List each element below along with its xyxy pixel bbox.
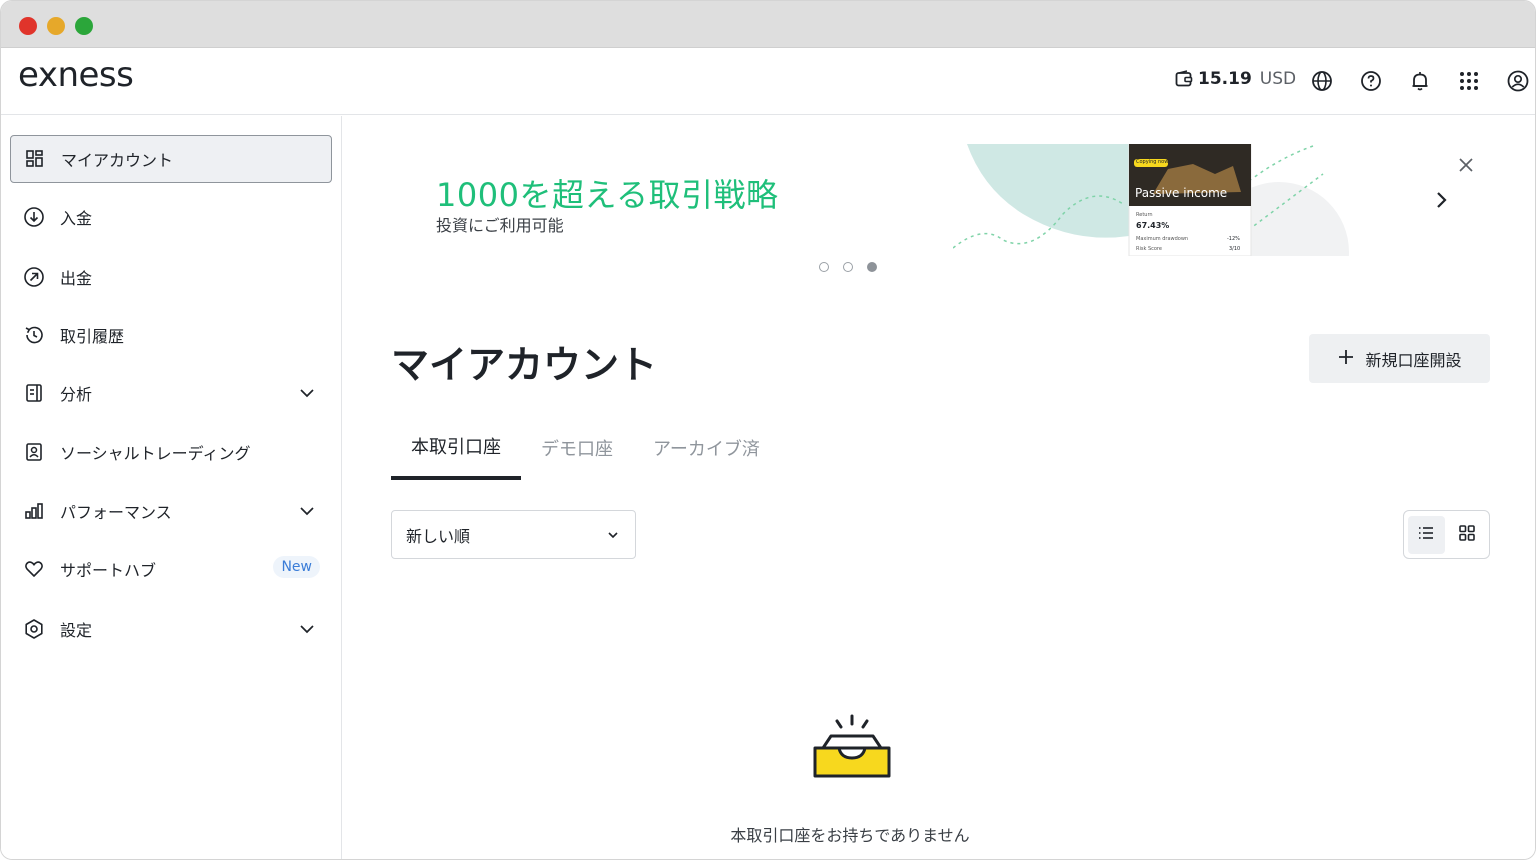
window-maximize-button[interactable]: [75, 17, 93, 35]
window-minimize-button[interactable]: [47, 17, 65, 35]
withdraw-icon: [22, 265, 46, 289]
deposit-icon: [22, 205, 46, 229]
chevron-down-icon[interactable]: [296, 382, 318, 404]
sidebar-item-label: 取引履歴: [60, 327, 125, 346]
banner-illustration: Copying now Passive income Return 67.43%…: [952, 143, 1353, 322]
new-badge: New: [273, 556, 320, 578]
help-icon[interactable]: [1359, 69, 1383, 93]
apps-grid-icon[interactable]: [1457, 69, 1481, 93]
sidebar-nav: マイアカウント 入金 出金 取引履歴 分析 ソーシャルトレーディング パフォーマ…: [1, 116, 342, 859]
settings-icon: [22, 617, 46, 641]
sidebar-item-label: パフォーマンス: [60, 503, 172, 522]
chevron-down-icon[interactable]: [296, 618, 318, 640]
window-titlebar: [1, 1, 1535, 48]
view-mode-toggle: [1403, 510, 1490, 559]
carousel-dots: [819, 262, 877, 272]
close-icon[interactable]: [1455, 154, 1477, 176]
sidebar-item-withdraw[interactable]: 出金: [10, 253, 332, 301]
carousel-dot[interactable]: [819, 262, 829, 272]
grid-view-button[interactable]: [1449, 516, 1486, 554]
analytics-icon: [22, 381, 46, 405]
tab-real-accounts[interactable]: 本取引口座: [391, 416, 521, 480]
empty-state-message: 本取引口座をお持ちでありません: [730, 826, 970, 845]
sidebar-item-label: ソーシャルトレーディング: [60, 444, 251, 463]
heart-icon: [22, 557, 46, 581]
exness-logo[interactable]: exness: [18, 55, 134, 95]
banner-title: 1000を超える取引戦略: [436, 176, 779, 214]
profile-icon[interactable]: [1506, 69, 1530, 93]
globe-icon[interactable]: [1310, 69, 1334, 93]
sidebar-item-history[interactable]: 取引履歴: [10, 311, 332, 359]
sidebar-item-label: マイアカウント: [61, 151, 174, 170]
sidebar-item-settings[interactable]: 設定: [10, 605, 332, 653]
sidebar-item-social-trading[interactable]: ソーシャルトレーディング: [10, 428, 332, 476]
sort-select[interactable]: 新しい順: [391, 510, 636, 559]
top-header: exness 15.19 USD: [1, 49, 1535, 115]
window-close-button[interactable]: [19, 17, 37, 35]
carousel-dot-active[interactable]: [867, 262, 877, 272]
sidebar-item-label: 出金: [60, 269, 93, 288]
wallet-icon: [1174, 69, 1194, 89]
social-trading-icon: [22, 440, 46, 464]
banner-card-drawdown-value: -12%: [1227, 236, 1240, 242]
banner-card-risk-label: Risk Score: [1136, 246, 1162, 252]
performance-icon: [22, 499, 46, 523]
account-tabs: 本取引口座 デモ口座 アーカイブ済: [391, 416, 780, 480]
list-icon: [1417, 524, 1435, 546]
list-view-button[interactable]: [1408, 515, 1445, 554]
balance-amount: 15.19: [1198, 69, 1252, 89]
tab-archived[interactable]: アーカイブ済: [633, 416, 780, 480]
chevron-down-icon[interactable]: [296, 500, 318, 522]
plus-icon: [1337, 348, 1355, 370]
banner-card-title: Passive income: [1135, 186, 1228, 200]
open-new-account-button[interactable]: 新規口座開設: [1309, 334, 1490, 383]
banner-subtitle: 投資にご利用可能: [436, 216, 564, 235]
banner-card-tag: Copying now: [1136, 159, 1169, 165]
empty-inbox-icon: [809, 712, 895, 788]
sidebar-item-deposit[interactable]: 入金: [10, 193, 332, 241]
grid-icon: [1458, 524, 1476, 546]
chevron-down-icon: [603, 525, 623, 545]
promo-banner[interactable]: 1000を超える取引戦略 投資にご利用可能 Copying now Passiv…: [343, 116, 1535, 322]
main-content: 1000を超える取引戦略 投資にご利用可能 Copying now Passiv…: [343, 116, 1535, 859]
sidebar-item-analytics[interactable]: 分析: [10, 369, 332, 417]
sidebar-item-my-account[interactable]: マイアカウント: [10, 135, 332, 183]
banner-card-drawdown-label: Maximum drawdown: [1136, 236, 1189, 242]
sidebar-item-label: 設定: [60, 621, 93, 640]
sidebar-item-label: 入金: [60, 209, 93, 228]
sidebar-item-label: サポートハブ: [60, 561, 157, 580]
sidebar-item-performance[interactable]: パフォーマンス: [10, 487, 332, 535]
account-balance[interactable]: 15.19 USD: [1174, 69, 1296, 89]
carousel-dot[interactable]: [843, 262, 853, 272]
tab-demo-accounts[interactable]: デモ口座: [521, 416, 633, 480]
sidebar-item-label: 分析: [60, 385, 93, 404]
browser-window: exness 15.19 USD マイアカウント 入金 出金 取引履歴 分析 ソ…: [0, 0, 1536, 860]
banner-card-return-value: 67.43%: [1136, 221, 1170, 230]
banner-card-return-label: Return: [1136, 212, 1153, 218]
sidebar-item-support-hub[interactable]: サポートハブ New: [10, 545, 332, 593]
history-icon: [22, 323, 46, 347]
page-title: マイアカウント: [391, 343, 658, 387]
sort-select-value: 新しい順: [406, 526, 471, 546]
balance-currency: USD: [1259, 69, 1297, 89]
dashboard-icon: [23, 147, 47, 171]
banner-card-risk-value: 3/10: [1229, 246, 1241, 252]
bell-icon[interactable]: [1408, 69, 1432, 93]
open-new-account-label: 新規口座開設: [1365, 350, 1462, 370]
chevron-right-icon[interactable]: [1429, 188, 1453, 212]
